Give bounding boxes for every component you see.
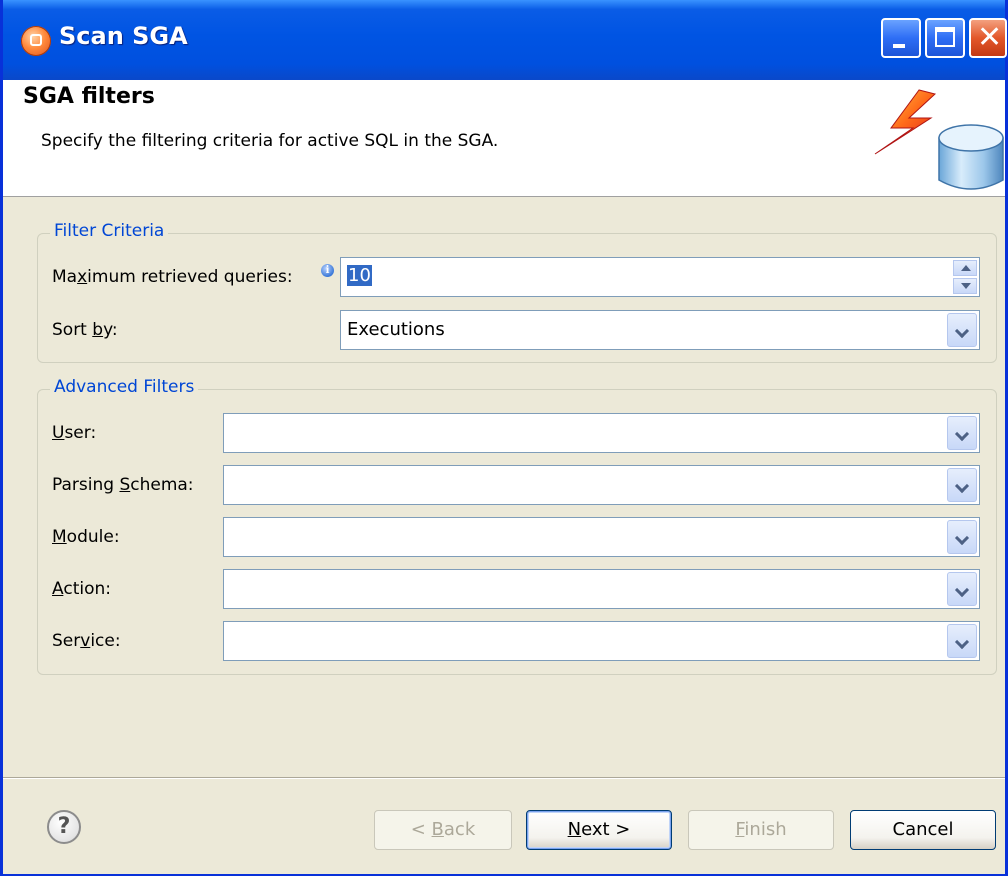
spin-up-icon[interactable] bbox=[953, 260, 977, 276]
finish-button[interactable]: Finish bbox=[688, 810, 834, 850]
close-icon: ✕ bbox=[977, 20, 1003, 55]
module-label: Module: bbox=[52, 527, 120, 547]
chevron-down-icon[interactable] bbox=[947, 624, 977, 658]
spinner-buttons[interactable] bbox=[953, 260, 977, 294]
service-combo[interactable] bbox=[223, 621, 980, 661]
title-bar[interactable]: Scan SGA ✕ bbox=[3, 0, 1007, 80]
database-lightning-icon bbox=[874, 89, 1004, 190]
app-icon bbox=[21, 26, 51, 56]
cancel-button[interactable]: Cancel bbox=[850, 810, 996, 850]
action-combo[interactable] bbox=[223, 569, 980, 609]
advanced-filters-title: Advanced Filters bbox=[50, 377, 199, 397]
close-button[interactable]: ✕ bbox=[969, 18, 1007, 58]
parsing-schema-combo[interactable] bbox=[223, 465, 980, 505]
chevron-down-icon[interactable] bbox=[947, 313, 977, 347]
module-combo[interactable] bbox=[223, 517, 980, 557]
wizard-header: SGA filters Specify the filtering criter… bbox=[3, 80, 1005, 197]
max-queries-value: 10 bbox=[347, 265, 372, 286]
page-description: Specify the filtering criteria for activ… bbox=[41, 131, 499, 151]
help-icon[interactable]: ? bbox=[47, 810, 81, 844]
max-queries-spinner[interactable]: 10 bbox=[340, 257, 980, 297]
chevron-down-icon[interactable] bbox=[947, 572, 977, 606]
sort-by-label: Sort by: bbox=[52, 320, 118, 340]
page-title: SGA filters bbox=[23, 84, 155, 109]
user-combo[interactable] bbox=[223, 413, 980, 453]
minimize-button[interactable] bbox=[881, 18, 921, 58]
parsing-schema-label: Parsing Schema: bbox=[52, 475, 194, 495]
window-title: Scan SGA bbox=[59, 22, 188, 50]
spin-down-icon[interactable] bbox=[953, 278, 977, 294]
info-icon: i bbox=[321, 264, 334, 277]
sort-by-combo[interactable]: Executions bbox=[340, 310, 980, 350]
user-label: User: bbox=[52, 423, 97, 443]
chevron-down-icon[interactable] bbox=[947, 416, 977, 450]
maximize-button[interactable] bbox=[925, 18, 965, 58]
max-queries-label: Maximum retrieved queries: bbox=[52, 267, 293, 287]
dialog-window: Scan SGA ✕ SGA filters Specify the filte… bbox=[0, 0, 1008, 876]
sort-by-value: Executions bbox=[347, 319, 445, 340]
service-label: Service: bbox=[52, 631, 121, 651]
next-button[interactable]: Next > bbox=[526, 810, 672, 850]
back-button[interactable]: < Back bbox=[374, 810, 512, 850]
chevron-down-icon[interactable] bbox=[947, 520, 977, 554]
chevron-down-icon[interactable] bbox=[947, 468, 977, 502]
filter-criteria-title: Filter Criteria bbox=[50, 221, 169, 241]
action-label: Action: bbox=[52, 579, 111, 599]
